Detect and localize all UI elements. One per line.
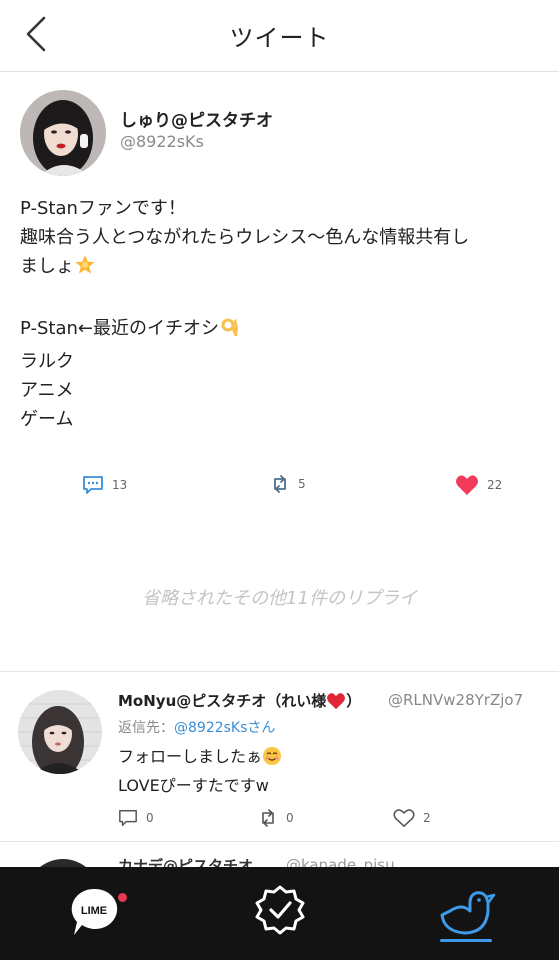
bird-icon: [440, 891, 496, 935]
tab-lime[interactable]: LIME: [60, 867, 140, 960]
retweet-count: 5: [298, 477, 306, 491]
comment-outline-icon: [119, 810, 137, 826]
comment-icon: [83, 476, 103, 494]
like-count: 22: [487, 478, 503, 492]
tweet-actions: 13 5 22: [0, 474, 559, 500]
reply-author-handle[interactable]: @RLNVw28YrZjo7: [388, 691, 523, 709]
next-reply-peek[interactable]: カナデ@ピスタチオ @kanade_pisu: [0, 843, 559, 867]
next-reply-author-handle: @kanade_pisu: [286, 856, 395, 867]
like-button[interactable]: 22: [455, 474, 502, 496]
retweet-icon: [262, 809, 274, 827]
heart-outline-icon: [393, 809, 415, 827]
author-name[interactable]: しゅり@ピスタチオ: [120, 106, 273, 131]
lime-chat-icon: LIME: [71, 888, 118, 935]
tab-verified[interactable]: [240, 867, 320, 960]
next-reply-avatar: [26, 859, 100, 867]
reply-author-avatar[interactable]: [18, 690, 102, 774]
next-reply-author-name: カナデ@ピスタチオ: [118, 857, 254, 867]
reply-like-button[interactable]: 2: [393, 808, 431, 828]
retweet-button[interactable]: 5: [270, 474, 306, 494]
tweet-text: P-Stanファンです！ 趣味合う人とつながれたらウレシス〜色んな情報共有し ま…: [20, 194, 540, 434]
bottom-tab-bar: LIME: [0, 867, 559, 960]
omitted-replies-link[interactable]: 省略されたその他11件のリプライ: [0, 584, 559, 610]
reply-text-line: フォローしましたぁ: [118, 744, 282, 773]
reply-to-line: 返信先：@8922sKsさん: [118, 717, 275, 737]
tweet-text-line: ゲーム: [20, 409, 74, 430]
ok-hand-emoji: [219, 316, 241, 347]
reply-tweet: MoNyu@ピスタチオ（れい様） @RLNVw28YrZjo7 返信先：@892…: [0, 674, 559, 842]
reply-retweet-button[interactable]: 0: [258, 808, 294, 828]
reply-text-line: LOVEぴーすたですw: [118, 776, 269, 795]
smiling-face-emoji: [262, 746, 282, 773]
tweet-text-line: P-Stanファンです！: [20, 198, 186, 219]
reply-retweet-count: 0: [286, 811, 294, 825]
reply-author-name[interactable]: MoNyu@ピスタチオ（れい様）: [118, 690, 361, 714]
author-avatar[interactable]: [20, 90, 106, 176]
tweet-text-line: ましょ: [20, 252, 540, 285]
red-heart-emoji: [326, 692, 346, 714]
reply-like-count: 2: [423, 811, 431, 825]
active-tab-indicator: [440, 939, 492, 942]
main-tweet: しゅり@ピスタチオ @8922sKs P-Stanファンです！ 趣味合う人とつな…: [0, 72, 559, 672]
svg-text:LIME: LIME: [81, 905, 107, 917]
heart-filled-icon: [456, 475, 478, 495]
author-handle[interactable]: @8922sKs: [120, 132, 204, 151]
tab-bird[interactable]: [426, 867, 506, 960]
verified-badge-icon: [255, 885, 305, 935]
tweet-text-line: P-Stan←最近のイチオシ: [20, 314, 540, 347]
reply-reply-count: 0: [146, 811, 154, 825]
tweet-text-line: ラルク: [20, 351, 74, 372]
top-header: ツイート: [0, 0, 559, 72]
retweet-icon: [274, 475, 286, 493]
star-emoji: [74, 254, 96, 285]
tweet-text-line: 趣味合う人とつながれたらウレシス〜色んな情報共有し: [20, 227, 470, 248]
reply-count: 13: [112, 478, 128, 492]
reply-reply-button[interactable]: 0: [118, 808, 154, 828]
reply-to-label: 返信先：: [118, 720, 174, 736]
reply-to-handle-link[interactable]: @8922sKsさん: [174, 720, 275, 736]
reply-actions: 0 0 2: [0, 808, 559, 830]
tweet-text-line: アニメ: [20, 380, 74, 401]
notification-dot: [118, 893, 127, 902]
page-title: ツイート: [229, 24, 330, 52]
reply-button[interactable]: 13: [82, 474, 127, 496]
reply-text: フォローしましたぁ LOVEぴーすたですw: [118, 744, 282, 798]
